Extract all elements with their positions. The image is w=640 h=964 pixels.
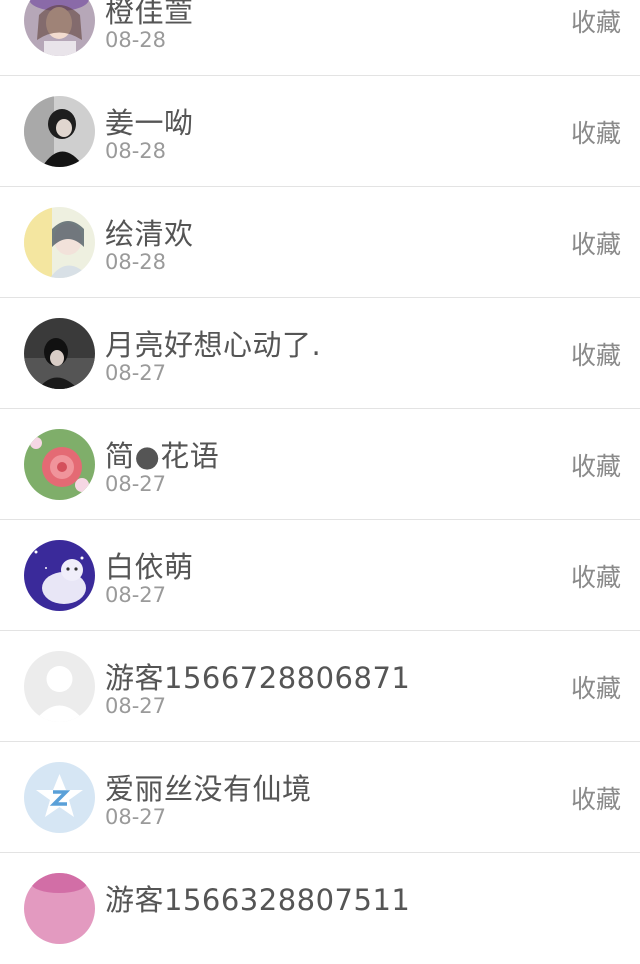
collection-list: 橙佳萱 08-28 收藏 姜一呦 08-28 收藏 绘清欢 08-28 收藏 月… bbox=[0, 0, 640, 964]
item-date: 08-28 bbox=[105, 250, 167, 274]
item-name: 游客1566328807511 bbox=[105, 883, 411, 917]
list-item[interactable]: 橙佳萱 08-28 收藏 bbox=[0, 0, 640, 76]
item-date: 08-27 bbox=[105, 472, 167, 496]
avatar bbox=[24, 762, 95, 833]
item-date: 08-27 bbox=[105, 805, 167, 829]
list-item[interactable]: 游客1566728806871 08-27 收藏 bbox=[0, 631, 640, 742]
favorite-button[interactable]: 收藏 bbox=[571, 558, 621, 594]
list-item[interactable]: 绘清欢 08-28 收藏 bbox=[0, 187, 640, 298]
favorite-button[interactable]: 收藏 bbox=[571, 336, 621, 372]
list-item[interactable]: 游客1566328807511 bbox=[0, 853, 640, 964]
item-name: 月亮好想心动了. bbox=[105, 328, 322, 362]
list-item[interactable]: 简●花语 08-27 收藏 bbox=[0, 409, 640, 520]
item-name: 爱丽丝没有仙境 bbox=[105, 772, 312, 806]
favorite-button[interactable]: 收藏 bbox=[571, 669, 621, 705]
avatar bbox=[24, 318, 95, 389]
favorite-button[interactable]: 收藏 bbox=[571, 3, 621, 39]
item-date: 08-27 bbox=[105, 583, 167, 607]
avatar bbox=[24, 207, 95, 278]
avatar bbox=[24, 429, 95, 500]
item-name: 简●花语 bbox=[105, 439, 220, 473]
item-date: 08-28 bbox=[105, 139, 167, 163]
item-name: 白依萌 bbox=[105, 550, 194, 584]
list-item[interactable]: 爱丽丝没有仙境 08-27 收藏 bbox=[0, 742, 640, 853]
item-date: 08-27 bbox=[105, 361, 167, 385]
list-item[interactable]: 白依萌 08-27 收藏 bbox=[0, 520, 640, 631]
item-name: 姜一呦 bbox=[105, 106, 194, 140]
favorite-button[interactable]: 收藏 bbox=[571, 447, 621, 483]
avatar bbox=[24, 540, 95, 611]
item-date: 08-28 bbox=[105, 28, 167, 52]
favorite-button[interactable]: 收藏 bbox=[571, 780, 621, 816]
item-name: 绘清欢 bbox=[105, 217, 194, 251]
list-item[interactable]: 姜一呦 08-28 收藏 bbox=[0, 76, 640, 187]
favorite-button[interactable]: 收藏 bbox=[571, 225, 621, 261]
item-name: 游客1566728806871 bbox=[105, 661, 411, 695]
item-name: 橙佳萱 bbox=[105, 0, 194, 29]
favorite-button[interactable]: 收藏 bbox=[571, 114, 621, 150]
avatar bbox=[24, 96, 95, 167]
item-date: 08-27 bbox=[105, 694, 167, 718]
avatar bbox=[24, 0, 95, 56]
list-item[interactable]: 月亮好想心动了. 08-27 收藏 bbox=[0, 298, 640, 409]
avatar bbox=[24, 651, 95, 722]
